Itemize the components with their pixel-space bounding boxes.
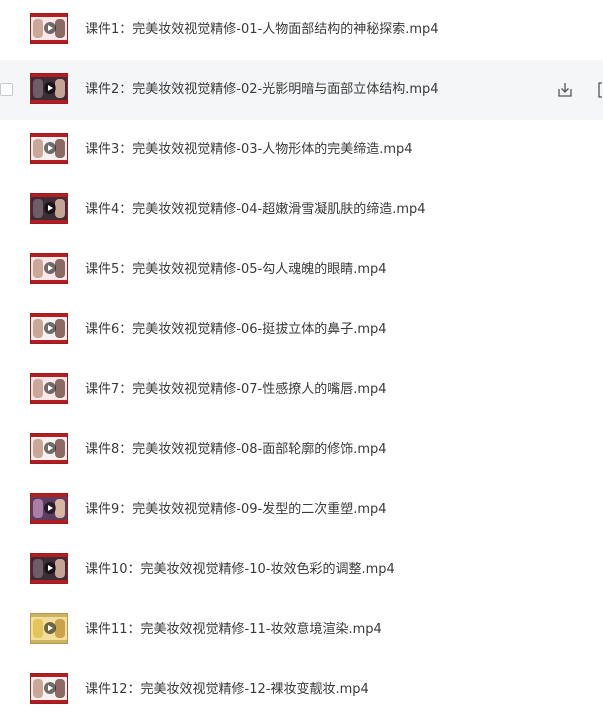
file-row-7[interactable]: 课件7：完美妆效视觉精修-07-性感撩人的嘴唇.mp4 — [0, 360, 603, 420]
more-icon[interactable] — [596, 81, 603, 99]
play-icon — [44, 502, 56, 514]
video-thumbnail — [30, 433, 68, 464]
file-row-9[interactable]: 课件9：完美妆效视觉精修-09-发型的二次重塑.mp4 — [0, 480, 603, 540]
video-thumbnail — [30, 673, 68, 704]
file-row-8[interactable]: 课件8：完美妆效视觉精修-08-面部轮廓的修饰.mp4 — [0, 420, 603, 480]
download-icon[interactable] — [556, 81, 574, 99]
file-row-10[interactable]: 课件10：完美妆效视觉精修-10-妆效色彩的调整.mp4 — [0, 540, 603, 600]
video-thumbnail — [30, 373, 68, 404]
file-row-4[interactable]: 课件4：完美妆效视觉精修-04-超嫩滑雪凝肌肤的缔造.mp4 — [0, 180, 603, 240]
play-icon — [44, 562, 56, 574]
play-icon — [44, 82, 56, 94]
video-thumbnail — [30, 253, 68, 284]
video-thumbnail — [30, 553, 68, 584]
file-name: 课件11：完美妆效视觉精修-11-妆效意境渲染.mp4 — [85, 622, 382, 637]
file-name: 课件12：完美妆效视觉精修-12-裸妆变靓妆.mp4 — [85, 682, 369, 697]
play-icon — [44, 22, 56, 34]
file-name: 课件10：完美妆效视觉精修-10-妆效色彩的调整.mp4 — [85, 562, 395, 577]
file-name: 课件8：完美妆效视觉精修-08-面部轮廓的修饰.mp4 — [85, 442, 387, 457]
play-icon — [44, 442, 56, 454]
file-row-2[interactable]: 课件2：完美妆效视觉精修-02-光影明暗与面部立体结构.mp4 — [0, 60, 603, 120]
file-name: 课件7：完美妆效视觉精修-07-性感撩人的嘴唇.mp4 — [85, 382, 387, 397]
play-icon — [44, 622, 56, 634]
video-thumbnail — [30, 493, 68, 524]
file-name: 课件2：完美妆效视觉精修-02-光影明暗与面部立体结构.mp4 — [85, 82, 439, 97]
video-thumbnail — [30, 313, 68, 344]
video-thumbnail — [30, 133, 68, 164]
file-name: 课件4：完美妆效视觉精修-04-超嫩滑雪凝肌肤的缔造.mp4 — [85, 202, 426, 217]
file-row-11[interactable]: 课件11：完美妆效视觉精修-11-妆效意境渲染.mp4 — [0, 600, 603, 660]
play-icon — [44, 142, 56, 154]
play-icon — [44, 682, 56, 694]
file-name: 课件9：完美妆效视觉精修-09-发型的二次重塑.mp4 — [85, 502, 387, 517]
file-row-12[interactable]: 课件12：完美妆效视觉精修-12-裸妆变靓妆.mp4 — [0, 660, 603, 720]
video-thumbnail — [30, 613, 68, 644]
video-thumbnail — [30, 13, 68, 44]
file-name: 课件1：完美妆效视觉精修-01-人物面部结构的神秘探索.mp4 — [85, 22, 439, 37]
file-name: 课件3：完美妆效视觉精修-03-人物形体的完美缔造.mp4 — [85, 142, 413, 157]
play-icon — [44, 202, 56, 214]
play-icon — [44, 262, 56, 274]
file-row-6[interactable]: 课件6：完美妆效视觉精修-06-挺拔立体的鼻子.mp4 — [0, 300, 603, 360]
file-row-5[interactable]: 课件5：完美妆效视觉精修-05-勾人魂魄的眼睛.mp4 — [0, 240, 603, 300]
file-row-3[interactable]: 课件3：完美妆效视觉精修-03-人物形体的完美缔造.mp4 — [0, 120, 603, 180]
select-checkbox[interactable] — [0, 83, 13, 96]
file-name: 课件5：完美妆效视觉精修-05-勾人魂魄的眼睛.mp4 — [85, 262, 387, 277]
play-icon — [44, 322, 56, 334]
file-row-1[interactable]: 课件1：完美妆效视觉精修-01-人物面部结构的神秘探索.mp4 — [0, 0, 603, 60]
video-thumbnail — [30, 73, 68, 104]
video-thumbnail — [30, 193, 68, 224]
file-name: 课件6：完美妆效视觉精修-06-挺拔立体的鼻子.mp4 — [85, 322, 387, 337]
file-list: 课件1：完美妆效视觉精修-01-人物面部结构的神秘探索.mp4 课件2：完美妆效… — [0, 0, 603, 706]
play-icon — [44, 382, 56, 394]
